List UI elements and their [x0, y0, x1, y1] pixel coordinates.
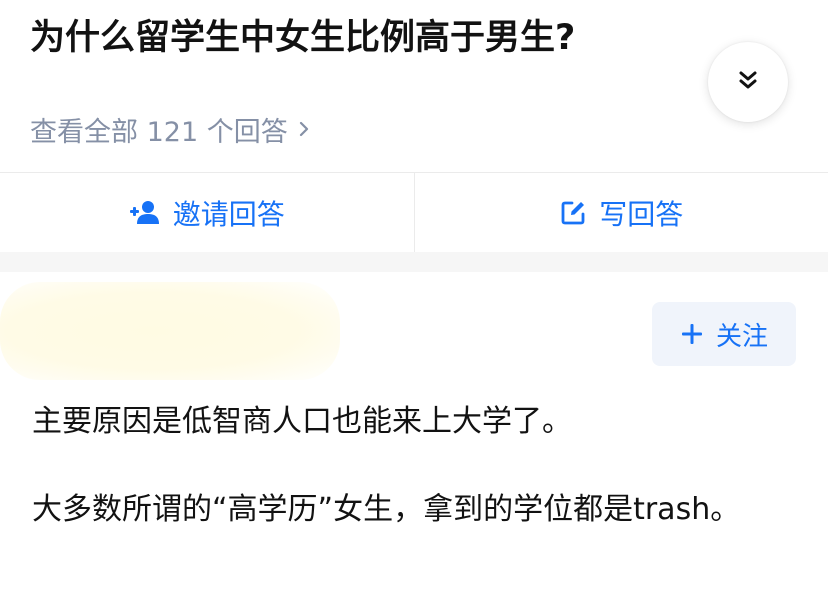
write-answer-label: 写回答	[599, 198, 684, 231]
plus-icon	[680, 322, 704, 346]
answer-content: 主要原因是低智商人口也能来上大学了。 大多数所谓的“高学历”女生，拿到的学位都是…	[32, 396, 772, 572]
chevrons-down-icon	[737, 69, 759, 95]
question-title: 为什么留学生中女生比例高于男生?	[30, 18, 576, 58]
invite-answer-label: 邀请回答	[172, 198, 285, 231]
section-gap	[0, 252, 828, 272]
view-all-answers-link[interactable]: 查看全部 121 个回答	[30, 108, 310, 150]
chevron-right-icon	[298, 120, 310, 138]
author-info-redacted	[0, 282, 340, 380]
invite-answer-button[interactable]: 邀请回答	[0, 173, 414, 253]
view-all-label: 查看全部 121 个回答	[30, 116, 288, 148]
collapse-button[interactable]	[708, 42, 788, 122]
add-user-icon	[129, 200, 161, 226]
edit-icon	[559, 199, 587, 227]
follow-button[interactable]: 关注	[652, 302, 796, 366]
answer-paragraph: 主要原因是低智商人口也能来上大学了。	[32, 404, 572, 439]
write-answer-button[interactable]: 写回答	[415, 173, 828, 253]
answer-paragraph: 大多数所谓的“高学历”女生，拿到的学位都是trash。	[32, 492, 741, 527]
action-bar: 邀请回答 写回答	[0, 172, 828, 253]
follow-label: 关注	[715, 321, 768, 352]
